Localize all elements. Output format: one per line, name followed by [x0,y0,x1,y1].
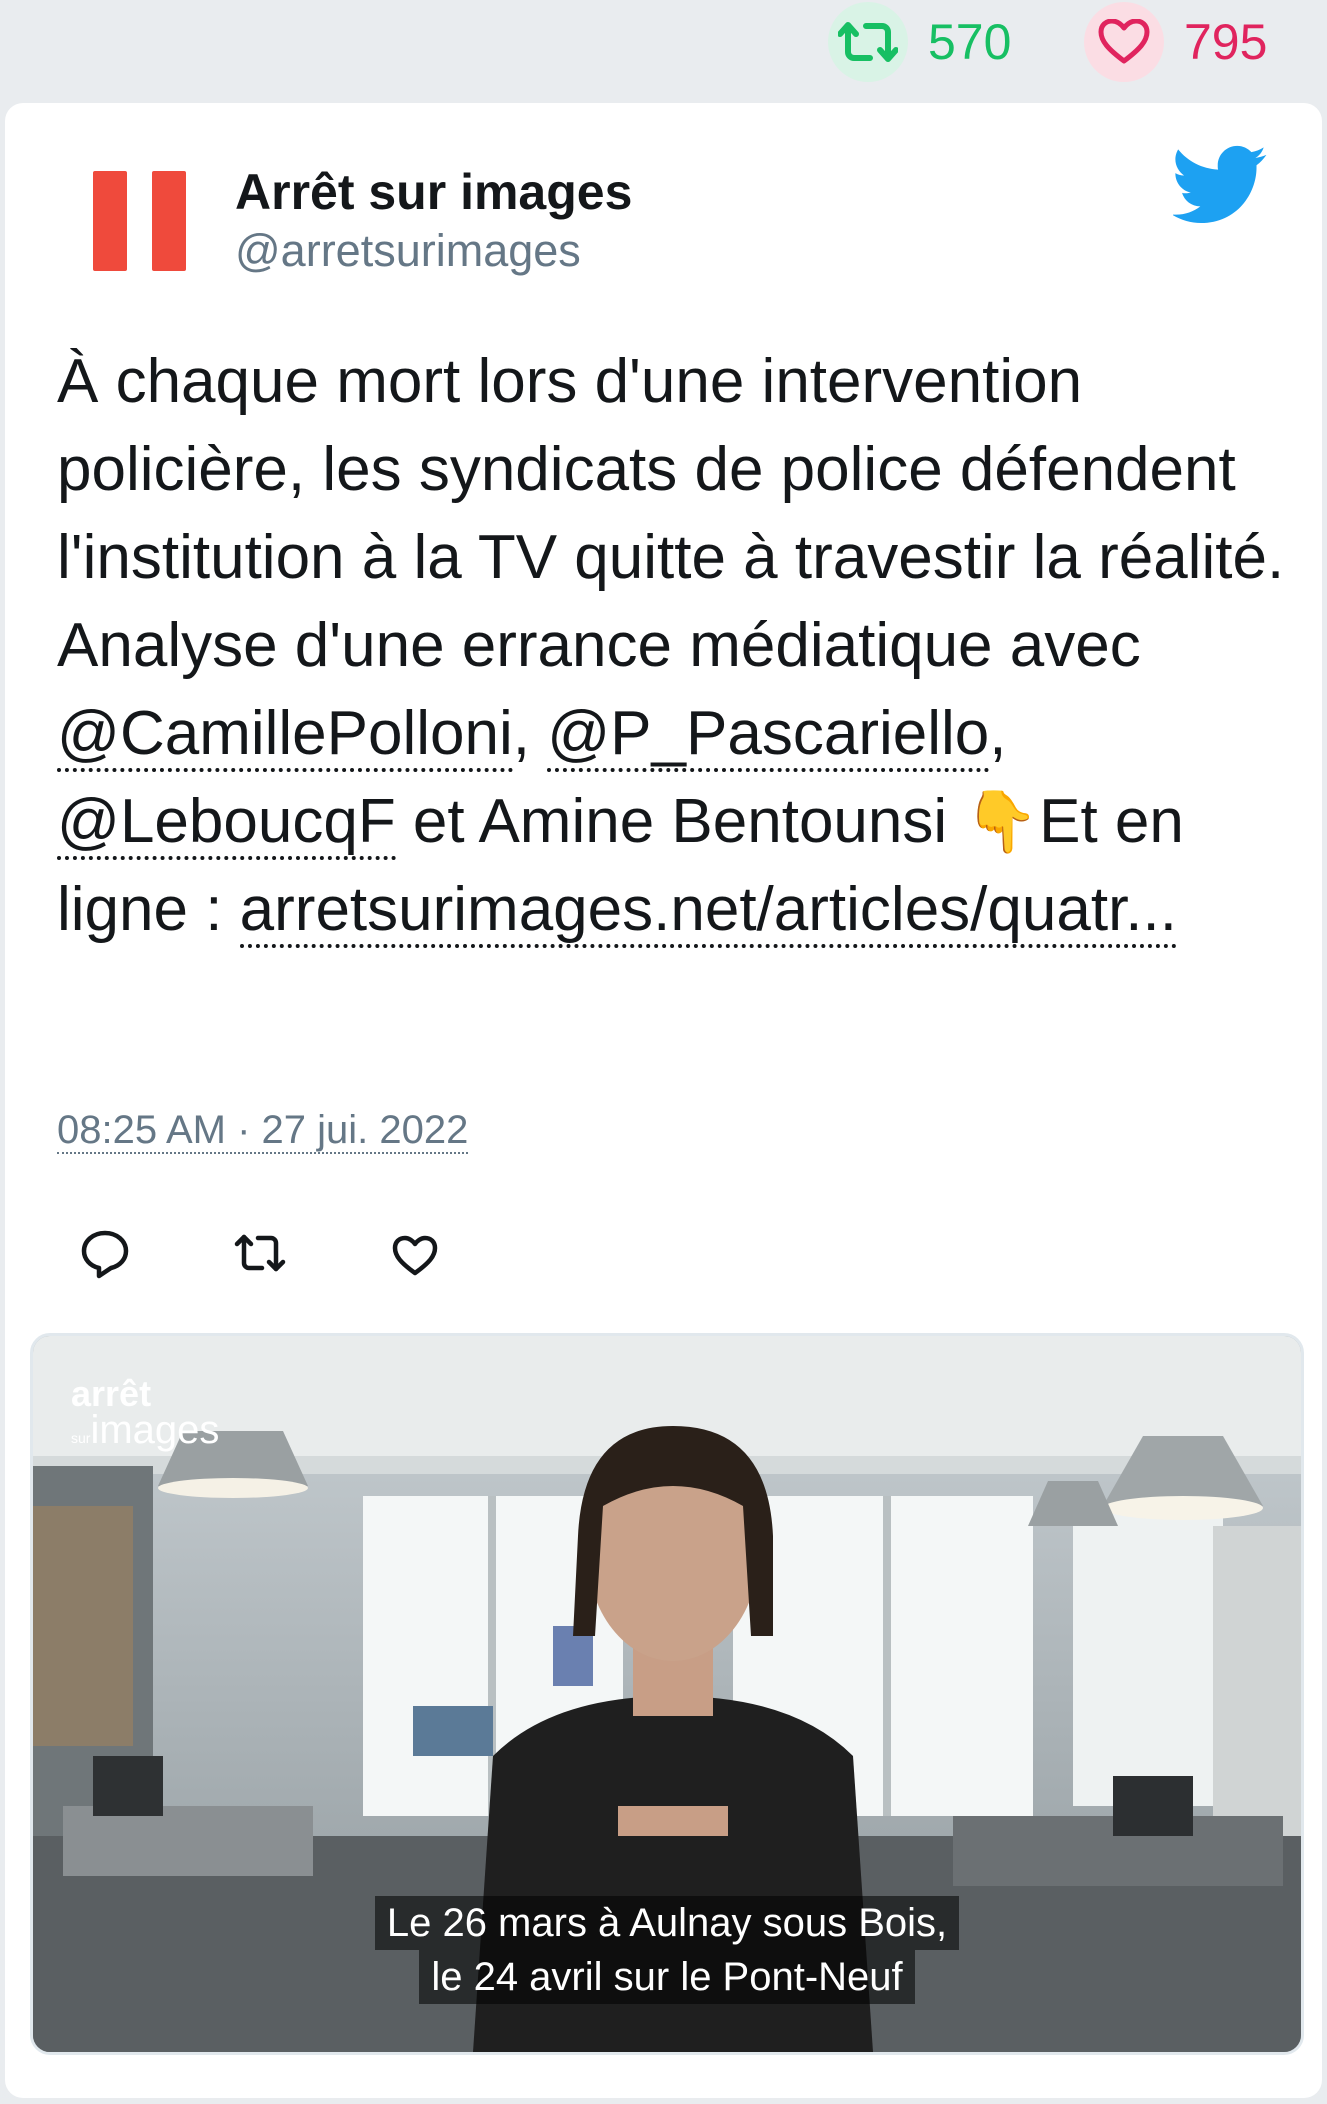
retweet-icon[interactable] [828,2,908,82]
logo-bar-right [152,171,186,271]
caption-line-1: Le 26 mars à Aulnay sous Bois, [374,1896,960,1950]
separator: , [512,699,548,768]
like-stat[interactable]: 795 [1084,2,1268,82]
heart-icon[interactable] [375,1213,455,1293]
reply-icon[interactable] [65,1213,145,1293]
avatar[interactable] [85,165,197,277]
video-thumbnail[interactable]: arrêt surimages Le 26 mars à Aulnay sous… [30,1333,1304,2055]
heart-icon[interactable] [1084,2,1164,82]
logo-top-text: arrêt [71,1373,152,1414]
mention-leboucqf[interactable]: @LeboucqF [57,787,396,860]
tweet-text: À chaque mort lors d'une intervention po… [57,338,1287,954]
logo-bottom-text: images [90,1408,220,1452]
twitter-bird-icon[interactable] [1171,145,1268,225]
retweet-stat[interactable]: 570 [828,2,1012,82]
mention-camillepolloni[interactable]: @CamillePolloni [57,699,513,772]
tweet-text-part1: À chaque mort lors d'une intervention po… [57,347,1285,680]
article-link[interactable]: arretsurimages.net/articles/quatr... [239,875,1177,948]
logo-bar-left [93,171,127,271]
tweet-stats-bar: 570 795 [0,0,1327,100]
account-name[interactable]: Arrêt sur images [235,163,632,221]
tweet-text-part2: et Amine Bentounsi [395,787,965,856]
logo-small-text: sur [71,1430,91,1446]
retweet-count: 570 [928,14,1012,70]
video-logo: arrêt surimages [71,1376,219,1456]
retweet-icon[interactable] [220,1213,300,1293]
pointing-down-emoji: 👇 [964,787,1040,857]
tweet-card: Arrêt sur images @arretsurimages À chaqu… [5,103,1322,2098]
caption-line-2: le 24 avril sur le Pont-Neuf [419,1950,915,2004]
video-caption: Le 26 mars à Aulnay sous Bois, le 24 avr… [33,1896,1301,2004]
mention-p-pascariello[interactable]: @P_Pascariello [547,699,990,772]
separator: , [989,699,1007,768]
account-handle[interactable]: @arretsurimages [235,225,581,277]
like-count: 795 [1184,14,1268,70]
tweet-timestamp[interactable]: 08:25 AM · 27 jui. 2022 [57,1108,469,1154]
